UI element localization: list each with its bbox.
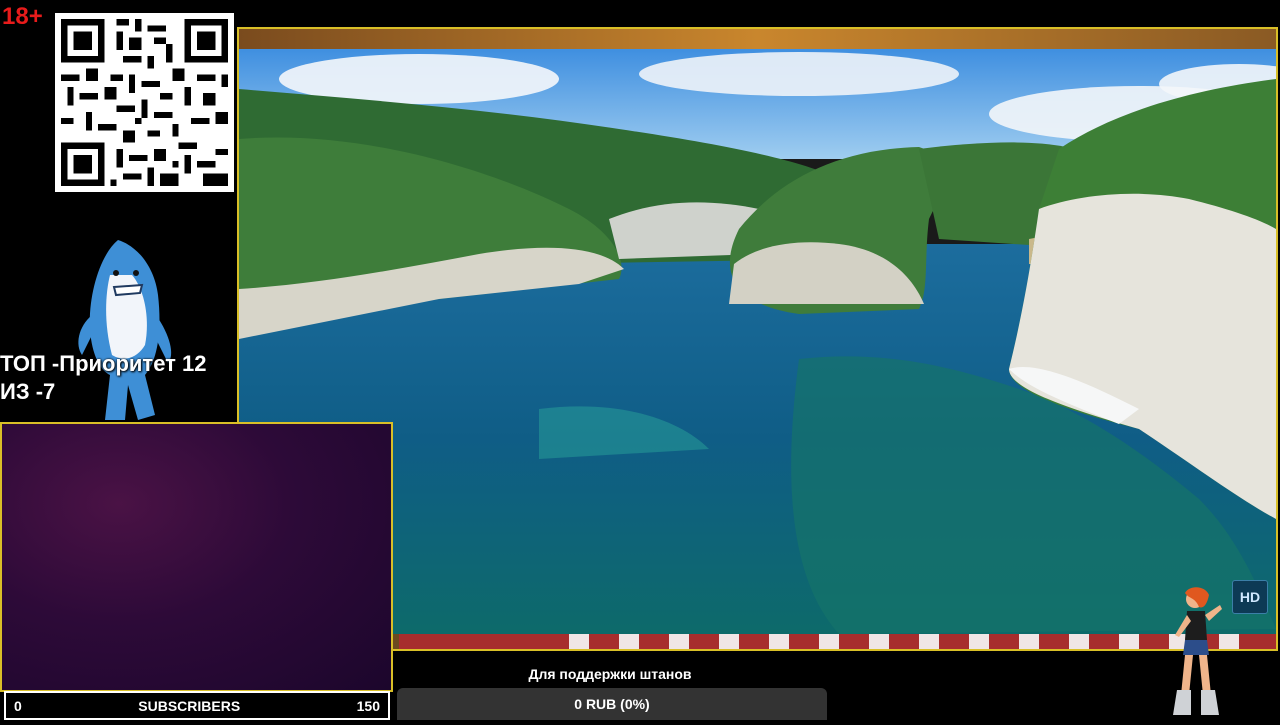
donation-title: Для поддержки штанов	[528, 666, 692, 682]
priority-line-2: ИЗ -7	[0, 379, 56, 404]
subscriber-min: 0	[14, 697, 22, 714]
subscriber-goal-bar: 0 SUBSCRIBERS 150	[4, 691, 390, 720]
priority-line: ТОП -Приоритет 12	[0, 351, 207, 376]
donation-progress-bar: 0 RUB (0%)	[397, 688, 827, 720]
hd-badge: HD	[1232, 580, 1268, 614]
donation-status: 0 RUB (0%)	[574, 696, 650, 712]
video-player[interactable]	[237, 27, 1278, 651]
subscriber-label: SUBSCRIBERS	[138, 697, 241, 714]
age-rating-badge: 18+	[2, 3, 43, 30]
priority-info: ТОП -Приоритет 12 ИЗ -7	[0, 350, 207, 406]
subscriber-max: 150	[356, 697, 380, 714]
webcam-panel	[0, 422, 393, 692]
qr-code-icon	[55, 13, 234, 192]
dancer-figure	[1165, 585, 1229, 720]
